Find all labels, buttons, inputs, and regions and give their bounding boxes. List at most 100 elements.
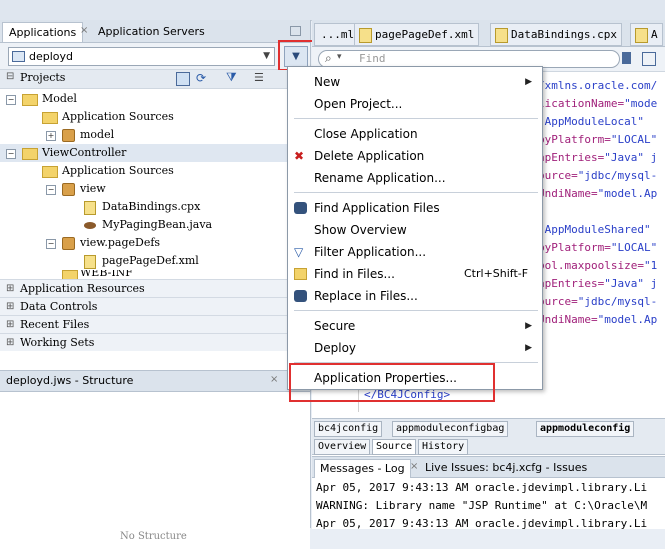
accordion-data-controls[interactable]: ⊞ Data Controls	[0, 297, 310, 315]
project-folder-icon	[22, 94, 38, 106]
accordion-recent-files[interactable]: ⊞ Recent Files	[0, 315, 310, 333]
view-options-icon[interactable]: ☰	[254, 71, 264, 84]
tree-label: DataBindings.cpx	[102, 200, 201, 213]
tab-overview[interactable]: Overview	[314, 439, 371, 455]
close-icon[interactable]: ×	[410, 461, 418, 472]
minimize-icon[interactable]	[290, 26, 301, 36]
menu-item-rename-application[interactable]: Rename Application...	[288, 167, 542, 189]
toolbar-icon[interactable]	[642, 52, 656, 66]
close-icon[interactable]: ×	[80, 25, 88, 36]
collapse-icon[interactable]: −	[46, 185, 56, 195]
xml-file-icon	[359, 28, 372, 43]
filter-icon[interactable]: ⧩	[226, 70, 237, 85]
close-icon[interactable]: ×	[270, 374, 278, 385]
menu-item-filter-application[interactable]: ▽ Filter Application...	[288, 241, 542, 263]
expand-icon: ⊞	[6, 337, 15, 348]
application-selector-bar: deployd ▼ ▼	[0, 40, 314, 71]
expand-icon[interactable]: +	[46, 131, 56, 141]
tree-label: pagePageDef.xml	[102, 254, 199, 267]
editor-tab[interactable]: pagePageDef.xml	[354, 23, 480, 46]
accordion-application-resources[interactable]: ⊞ Application Resources	[0, 279, 310, 297]
menu-item-new[interactable]: New ▶	[288, 71, 542, 93]
menu-item-label: Find in Files...	[314, 267, 395, 281]
menu-separator	[294, 310, 538, 311]
search-icon[interactable]	[176, 72, 190, 86]
tab-history[interactable]: History	[418, 439, 469, 455]
accordion-label: Application Resources	[20, 282, 145, 295]
expand-icon: ⊞	[6, 319, 15, 330]
log-line: WARNING: Library name "JSP Runtime" at C…	[316, 499, 648, 512]
tab-messages-log[interactable]: Messages - Log	[314, 459, 411, 478]
code-line: apEntries="Java" j	[538, 277, 658, 290]
menu-item-label: New	[314, 75, 341, 89]
breadcrumb-item[interactable]: bc4jconfig	[314, 421, 383, 437]
package-icon	[62, 183, 75, 196]
menu-item-replace-in-files[interactable]: Replace in Files...	[288, 285, 542, 307]
tree-label: Model	[42, 92, 77, 105]
editor-tab[interactable]: A	[630, 23, 663, 46]
editor-tab-bar: ...ml pagePageDef.xml DataBindings.cpx A	[312, 20, 665, 47]
tab-source[interactable]: Source	[372, 439, 417, 455]
delete-icon: ✖	[294, 149, 305, 163]
tree-item-model-project[interactable]: − Model	[0, 90, 310, 108]
tree-item-application-sources[interactable]: Application Sources	[0, 108, 310, 126]
application-dropdown[interactable]: deployd ▼	[8, 47, 275, 66]
collapse-icon[interactable]: −	[6, 95, 16, 105]
tree-item-application-sources[interactable]: Application Sources	[0, 162, 310, 180]
breadcrumb-item[interactable]: appmoduleconfig	[536, 421, 635, 437]
code-line: UndiName="model.Ap	[538, 313, 658, 326]
menu-item-label: Find Application Files	[314, 201, 440, 215]
code-line: "AppModuleLocal"	[538, 115, 644, 128]
submenu-arrow-icon: ▶	[525, 77, 532, 87]
menu-item-delete-application[interactable]: ✖ Delete Application	[288, 145, 542, 167]
collapse-icon[interactable]: −	[6, 149, 16, 159]
editor-tab[interactable]: ...ml	[314, 23, 360, 46]
menu-item-secure[interactable]: Secure ▶	[288, 315, 542, 337]
code-line: pol.maxpoolsize="1	[538, 259, 658, 272]
tab-applications[interactable]: Applications	[2, 22, 84, 42]
binoculars-icon	[294, 202, 307, 214]
java-bean-icon	[84, 222, 96, 229]
package-icon	[62, 237, 75, 250]
projects-label: Projects	[20, 71, 66, 84]
tree-item-view-package[interactable]: − view	[0, 180, 310, 198]
editor-tab[interactable]: DataBindings.cpx	[490, 23, 622, 46]
accordion-working-sets[interactable]: ⊞ Working Sets	[0, 333, 310, 351]
menu-item-close-application[interactable]: Close Application	[288, 123, 542, 145]
tree-item-pagepagedef[interactable]: pagePageDef.xml	[0, 252, 310, 270]
structure-header: deployd.jws - Structure ×	[0, 371, 310, 392]
breadcrumb: bc4jconfig appmoduleconfigbag appmodulec…	[312, 418, 665, 438]
menu-item-show-overview[interactable]: Show Overview	[288, 219, 542, 241]
tree-item-view-pagedefs[interactable]: − view.pageDefs	[0, 234, 310, 252]
menu-item-label: Secure	[314, 319, 356, 333]
empty-structure-text: No Structure	[120, 531, 187, 542]
expand-icon: ⊞	[6, 283, 15, 294]
bookmark-icon[interactable]	[622, 52, 631, 64]
menu-item-open-project[interactable]: Open Project...	[288, 93, 542, 115]
menu-item-label: Delete Application	[314, 149, 425, 163]
tree-item-databindings[interactable]: DataBindings.cpx	[0, 198, 310, 216]
xml-file-icon	[635, 28, 648, 43]
applications-panel: Applications × Application Servers deplo…	[0, 20, 314, 549]
menu-item-deploy[interactable]: Deploy ▶	[288, 337, 542, 359]
menu-item-find-application-files[interactable]: Find Application Files	[288, 197, 542, 219]
highlight-box	[289, 363, 495, 402]
tree-item-model-package[interactable]: + model	[0, 126, 310, 144]
tree-item-mypagingbean[interactable]: MyPagingBean.java	[0, 216, 310, 234]
menu-item-label: Open Project...	[314, 97, 403, 111]
tree-item-viewcontroller[interactable]: − ViewController	[0, 144, 310, 162]
expand-icon: ⊞	[6, 301, 15, 312]
tab-application-servers[interactable]: Application Servers	[92, 22, 211, 41]
menu-item-find-in-files[interactable]: Find in Files... Ctrl+Shift-F	[288, 263, 542, 285]
collapse-icon[interactable]: ⊟	[6, 71, 14, 82]
structure-panel: deployd.jws - Structure × No Structure	[0, 370, 310, 549]
sync-icon[interactable]: ⟳	[196, 71, 206, 85]
menu-item-label: Filter Application...	[314, 245, 427, 259]
code-line: byPlatform="LOCAL"	[538, 241, 658, 254]
structure-title: deployd.jws - Structure	[6, 374, 134, 387]
tab-live-issues[interactable]: Live Issues: bc4j.xcfg - Issues	[420, 459, 592, 477]
collapse-icon[interactable]: −	[46, 239, 56, 249]
find-placeholder: Find	[359, 52, 386, 65]
menu-item-label: Show Overview	[314, 223, 407, 237]
breadcrumb-item[interactable]: appmoduleconfigbag	[392, 421, 509, 437]
